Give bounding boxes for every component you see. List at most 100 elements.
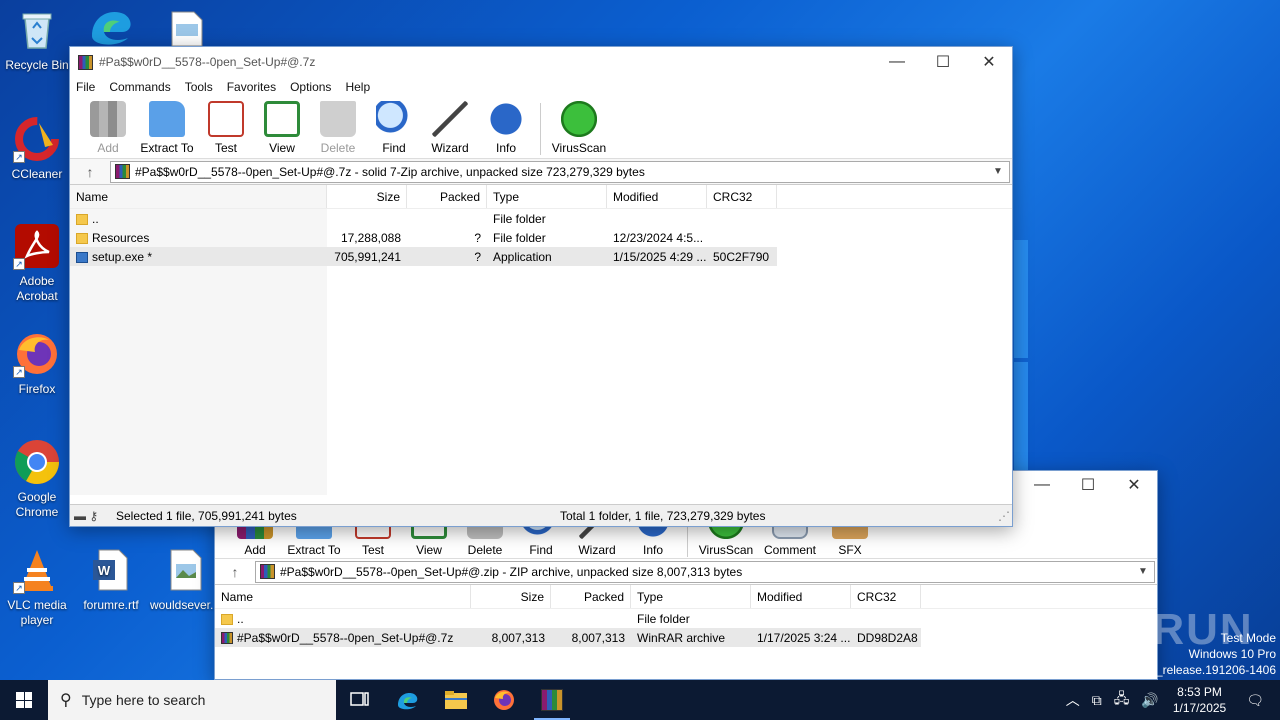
- menu-help[interactable]: Help: [345, 80, 370, 94]
- desktop-icon-label: forumre.rtf: [83, 598, 139, 612]
- desktop-icon-label: Google Chrome: [15, 490, 59, 519]
- column-type[interactable]: Type: [631, 585, 751, 608]
- menu-options[interactable]: Options: [290, 80, 331, 94]
- chevron-up-icon[interactable]: ︿: [1066, 690, 1080, 710]
- image-file-icon: [161, 546, 209, 594]
- delete-label: Delete: [320, 141, 356, 155]
- taskbar-winrar[interactable]: [528, 680, 576, 720]
- maximize-button[interactable]: ☐: [920, 47, 966, 77]
- menu-tools[interactable]: Tools: [185, 80, 213, 94]
- column-crc32[interactable]: CRC32: [851, 585, 921, 608]
- column-packed[interactable]: Packed: [407, 185, 487, 208]
- desktop-icon-firefox[interactable]: ↗ Firefox: [0, 330, 74, 397]
- archive-add-icon: [90, 101, 126, 137]
- status-selection: Selected 1 file, 705,991,241 bytes: [116, 508, 297, 523]
- column-crc32[interactable]: CRC32: [707, 185, 777, 208]
- path-combobox[interactable]: #Pa$$w0rD__5578--0pen_Set-Up#@.zip - ZIP…: [255, 560, 1155, 583]
- desktop-icon-recycle-bin[interactable]: Recycle Bin: [0, 6, 74, 73]
- add-button[interactable]: Add: [80, 101, 136, 155]
- path-combobox[interactable]: #Pa$$w0rD__5578--0pen_Set-Up#@.7z - soli…: [110, 160, 1010, 183]
- trash-icon: [320, 101, 356, 137]
- desktop-icon-ccleaner[interactable]: ↗ CCleaner: [0, 115, 74, 182]
- taskbar-edge[interactable]: [384, 680, 432, 720]
- menu-favorites[interactable]: Favorites: [227, 80, 276, 94]
- info-button[interactable]: Info: [478, 101, 534, 155]
- watermark-line: Windows 10 Pro: [1188, 647, 1276, 661]
- system-tray: ︿ ⧉ 🖧 🔊 8:53 PM 1/17/2025 🗨: [1060, 680, 1280, 720]
- view-button[interactable]: View: [254, 101, 310, 155]
- column-size[interactable]: Size: [327, 185, 407, 208]
- column-name[interactable]: Name: [70, 185, 327, 208]
- test-clipboard-icon: [208, 101, 244, 137]
- wallpaper-shape: [1014, 362, 1028, 470]
- menu-commands[interactable]: Commands: [109, 80, 170, 94]
- image-file-icon[interactable]: [170, 10, 204, 47]
- clock[interactable]: 8:53 PM 1/17/2025: [1173, 684, 1226, 716]
- delete-button[interactable]: Delete: [310, 101, 366, 155]
- close-button[interactable]: ✕: [966, 47, 1012, 77]
- winrar-window-7z[interactable]: #Pa$$w0rD__5578--0pen_Set-Up#@.7z — ☐ ✕ …: [69, 46, 1013, 527]
- test-button[interactable]: Test: [198, 101, 254, 155]
- svg-text:W: W: [98, 563, 111, 578]
- vlc-icon: ↗: [13, 546, 61, 594]
- extract-to-button[interactable]: Extract To: [136, 101, 198, 155]
- chevron-down-icon[interactable]: ▼: [993, 166, 1009, 177]
- device-icon[interactable]: ⧉: [1092, 692, 1102, 709]
- column-packed[interactable]: Packed: [551, 585, 631, 608]
- column-modified[interactable]: Modified: [751, 585, 851, 608]
- virusscan-button[interactable]: VirusScan: [547, 101, 611, 155]
- extract-to-label: Extract To: [287, 543, 341, 557]
- notification-icon[interactable]: 🗨: [1246, 692, 1264, 709]
- close-button[interactable]: ✕: [1111, 470, 1157, 500]
- network-icon[interactable]: 🖧: [1114, 688, 1130, 712]
- desktop-icon-wouldsever[interactable]: wouldsever...: [148, 546, 222, 613]
- column-modified[interactable]: Modified: [607, 185, 707, 208]
- file-explorer-icon: [445, 691, 467, 709]
- up-arrow-icon[interactable]: ↑: [215, 564, 255, 580]
- taskbar-search-box[interactable]: ⚲ Type here to search: [48, 680, 336, 720]
- taskbar-firefox[interactable]: [480, 680, 528, 720]
- menu-file[interactable]: File: [76, 80, 95, 94]
- column-size[interactable]: Size: [471, 585, 551, 608]
- column-type[interactable]: Type: [487, 185, 607, 208]
- item-type: Application: [493, 249, 552, 264]
- desktop-icon-adobe-acrobat[interactable]: ↗ Adobe Acrobat: [0, 222, 74, 304]
- rar-archive-icon: [221, 632, 233, 645]
- volume-icon[interactable]: 🔊: [1141, 692, 1158, 709]
- resize-grip-icon[interactable]: ⋰: [998, 509, 1012, 523]
- taskbar-file-explorer[interactable]: [432, 680, 480, 720]
- wizard-button[interactable]: Wizard: [422, 101, 478, 155]
- list-item[interactable]: .. File folder: [215, 609, 1157, 628]
- watermark-line: Test Mode: [1220, 631, 1276, 645]
- virus-scan-icon: [561, 101, 597, 137]
- path-text: #Pa$$w0rD__5578--0pen_Set-Up#@.zip - ZIP…: [280, 564, 743, 579]
- start-button[interactable]: [0, 680, 48, 720]
- list-header: Name Size Packed Type Modified CRC32: [215, 585, 1157, 609]
- up-arrow-icon[interactable]: ↑: [70, 164, 110, 180]
- file-list[interactable]: Name Size Packed Type Modified CRC32 .. …: [70, 185, 1012, 495]
- list-item-selected[interactable]: setup.exe * 705,991,241 ? Application 1/…: [70, 247, 777, 266]
- desktop-icon-chrome[interactable]: Google Chrome: [0, 438, 74, 520]
- recycle-bin-icon: [13, 6, 61, 54]
- minimize-button[interactable]: —: [1019, 470, 1065, 500]
- item-packed: ?: [474, 249, 481, 264]
- firefox-icon: ↗: [13, 330, 61, 378]
- chevron-down-icon[interactable]: ▼: [1138, 566, 1154, 577]
- task-view-button[interactable]: [336, 680, 384, 720]
- rar-archive-icon: [115, 164, 130, 179]
- desktop-icon-forumre[interactable]: W forumre.rtf: [74, 546, 148, 613]
- list-item[interactable]: .. File folder: [70, 209, 1012, 228]
- list-item[interactable]: #Pa$$w0rD__5578--0pen_Set-Up#@.7z 8,007,…: [215, 628, 921, 647]
- desktop-icon-vlc[interactable]: ↗ VLC media player: [0, 546, 74, 628]
- list-item[interactable]: Resources 17,288,088 ? File folder 12/23…: [70, 228, 1012, 247]
- rar-archive-icon: [260, 564, 275, 579]
- edge-desktop-icon[interactable]: [88, 6, 136, 46]
- desktop-icon-label: wouldsever...: [149, 598, 221, 612]
- column-name[interactable]: Name: [215, 585, 471, 608]
- taskbar: ⚲ Type here to search ︿ ⧉ 🖧 🔊 8:53 PM 1/…: [0, 680, 1280, 720]
- folder-extract-icon: [149, 101, 185, 137]
- maximize-button[interactable]: ☐: [1065, 470, 1111, 500]
- minimize-button[interactable]: —: [874, 47, 920, 77]
- find-button[interactable]: Find: [366, 101, 422, 155]
- desktop-icon-label: VLC media player: [7, 598, 67, 627]
